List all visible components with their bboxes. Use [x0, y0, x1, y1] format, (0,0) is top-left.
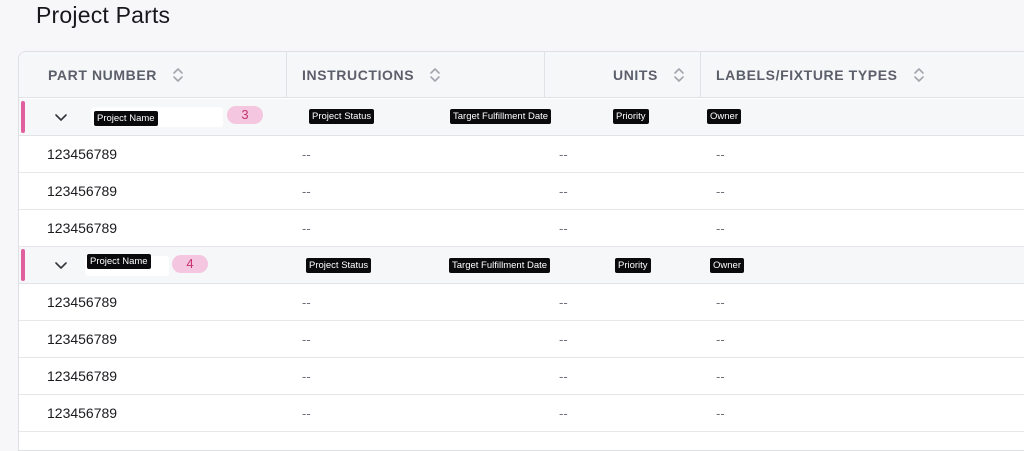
instructions-cell: -- — [302, 369, 311, 384]
table-row[interactable]: 123456789 -- -- -- — [19, 284, 1024, 321]
table-row[interactable]: 123456789 -- -- -- — [19, 395, 1024, 432]
labels-cell: -- — [716, 369, 725, 384]
project-group-row[interactable]: Project Name 4 Project Status Target Ful… — [19, 247, 1024, 284]
table-row[interactable]: 123456789 -- -- -- — [19, 358, 1024, 395]
sort-icon[interactable] — [673, 66, 685, 84]
priority-tag: Priority — [613, 109, 649, 124]
owner-tag: Owner — [707, 109, 741, 124]
column-label: UNITS — [613, 67, 658, 83]
column-divider — [700, 52, 701, 98]
project-status-tag: Project Status — [306, 258, 372, 273]
chevron-down-icon[interactable] — [54, 110, 68, 124]
project-group-row[interactable]: Project Name 3 Project Status Target Ful… — [19, 99, 1024, 136]
target-fulfillment-date-tag: Target Fulfillment Date — [450, 109, 552, 124]
group-accent-bar — [21, 249, 25, 281]
chevron-down-icon[interactable] — [54, 258, 68, 272]
labels-cell: -- — [716, 406, 725, 421]
part-number-cell: 123456789 — [47, 294, 118, 310]
owner-tag: Owner — [710, 258, 744, 273]
units-cell: -- — [559, 295, 568, 310]
instructions-cell: -- — [302, 147, 311, 162]
units-cell: -- — [559, 406, 568, 421]
labels-cell: -- — [716, 221, 725, 236]
column-label: LABELS/FIXTURE TYPES — [716, 67, 898, 83]
table-header: PART NUMBER INSTRUCTIONS UNITS LABELS/FI… — [19, 52, 1024, 98]
page-title: Project Parts — [36, 2, 171, 28]
group-accent-bar — [21, 101, 25, 133]
column-header-units[interactable]: UNITS — [613, 52, 685, 98]
column-divider — [286, 52, 287, 98]
project-name-tag: Project Name — [94, 111, 158, 126]
column-label: INSTRUCTIONS — [302, 67, 415, 83]
part-number-cell: 123456789 — [47, 220, 118, 236]
instructions-cell: -- — [302, 184, 311, 199]
parts-table: PART NUMBER INSTRUCTIONS UNITS LABELS/FI… — [18, 51, 1024, 451]
part-number-cell: 123456789 — [47, 331, 118, 347]
part-number-cell: 123456789 — [47, 405, 118, 421]
part-number-cell: 123456789 — [47, 183, 118, 199]
instructions-cell: -- — [302, 406, 311, 421]
priority-tag: Priority — [615, 258, 651, 273]
labels-cell: -- — [716, 147, 725, 162]
sort-icon[interactable] — [429, 66, 441, 84]
project-name-tag: Project Name — [87, 254, 151, 269]
sort-icon[interactable] — [913, 66, 925, 84]
column-header-instructions[interactable]: INSTRUCTIONS — [302, 52, 441, 98]
target-fulfillment-date-tag: Target Fulfillment Date — [449, 258, 551, 273]
units-cell: -- — [559, 332, 568, 347]
instructions-cell: -- — [302, 221, 311, 236]
labels-cell: -- — [716, 295, 725, 310]
column-label: PART NUMBER — [48, 67, 158, 83]
labels-cell: -- — [716, 184, 725, 199]
table-row[interactable]: 123456789 -- -- -- — [19, 210, 1024, 247]
part-count-badge: 3 — [227, 106, 263, 124]
part-number-cell: 123456789 — [47, 368, 118, 384]
column-divider — [544, 52, 545, 98]
table-row[interactable]: 123456789 -- -- -- — [19, 321, 1024, 358]
table-row[interactable]: 123456789 -- -- -- — [19, 173, 1024, 210]
table-row[interactable]: 123456789 -- -- -- — [19, 136, 1024, 173]
sort-icon[interactable] — [172, 66, 184, 84]
instructions-cell: -- — [302, 332, 311, 347]
column-header-labels-fixture-types[interactable]: LABELS/FIXTURE TYPES — [716, 52, 925, 98]
part-count-badge: 4 — [172, 255, 208, 273]
project-status-tag: Project Status — [309, 109, 375, 124]
units-cell: -- — [559, 221, 568, 236]
part-number-cell: 123456789 — [47, 146, 118, 162]
instructions-cell: -- — [302, 295, 311, 310]
column-header-part-number[interactable]: PART NUMBER — [48, 52, 184, 98]
units-cell: -- — [559, 369, 568, 384]
units-cell: -- — [559, 147, 568, 162]
units-cell: -- — [559, 184, 568, 199]
labels-cell: -- — [716, 332, 725, 347]
